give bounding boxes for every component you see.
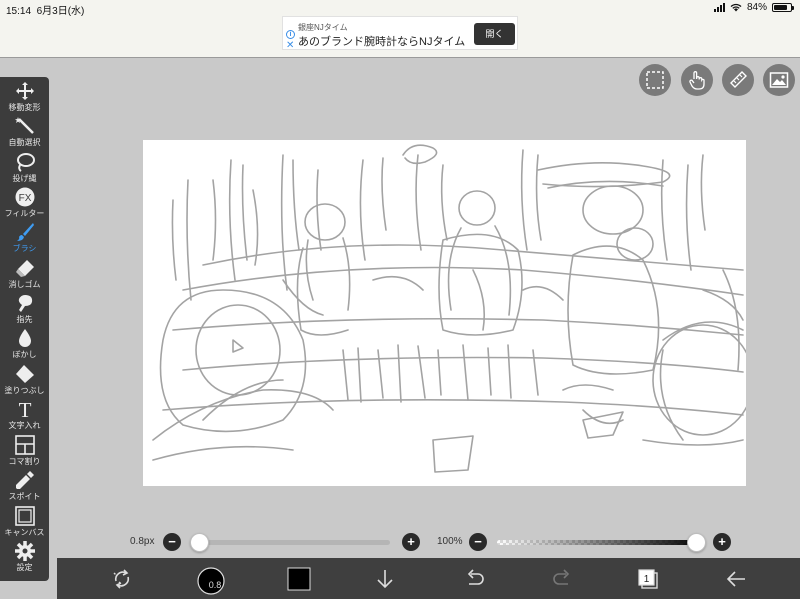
opacity-decrease-button[interactable]: − [469,533,487,551]
wifi-icon [730,3,742,12]
ad-headline: あのブランド腕時計ならNJタイム [298,36,466,48]
redo-button[interactable] [542,558,582,599]
ruler-pen-icon [730,71,747,88]
tool-label: スポイト [8,492,41,501]
tool-fill[interactable]: 塗りつぶし [0,360,49,395]
brush-size-slider[interactable]: 0.8px − + [130,532,420,552]
tool-filter[interactable]: FX フィルター [0,183,49,218]
hand-touch-button[interactable] [681,64,713,96]
opacity-increase-button[interactable]: + [713,533,731,551]
status-time: 15:14 6月3日(水) [6,6,85,17]
brush-size-icon: 0.8 [197,567,225,595]
tool-eyedropper[interactable]: スポイト [0,466,49,501]
brush-size-indicator[interactable]: 0.8 [189,558,229,599]
lasso-icon [16,153,35,172]
opacity-track[interactable] [497,540,703,545]
fx-icon: FX [15,187,34,207]
blur-icon [18,329,31,347]
tool-label: 文字入れ [8,421,41,430]
transform-button[interactable] [102,558,142,599]
undo-button[interactable] [455,558,495,599]
import-button[interactable] [365,558,405,599]
undo-icon [467,569,484,585]
tool-palette: 移動変形 自動選択 投げ縄 FX フィルター ブラシ 消しゴム 指先 ぼかし 塗… [0,77,49,581]
brush-size-track[interactable] [190,540,390,545]
layers-button[interactable]: 1 [628,558,668,599]
brush-size-thumb[interactable] [190,533,209,552]
drawing-canvas[interactable] [143,140,746,486]
eyedropper-icon [15,471,34,489]
battery-percent: 84% [746,2,767,13]
image-button[interactable] [763,64,795,96]
brush-size-decrease-button[interactable]: − [163,533,181,551]
tool-finger[interactable]: 指先 [0,289,49,324]
tool-eraser[interactable]: 消しゴム [0,254,49,289]
top-bar: 15:14 6月3日(水) 84% i ✕ 銀座NJタイム あのブランド腕時計な… [0,0,800,58]
tool-brush[interactable]: ブラシ [0,218,49,253]
tool-frame-divider[interactable]: コマ割り [0,431,49,466]
color-swatch-icon [287,567,311,591]
back-button[interactable] [716,558,756,599]
tool-label: ブラシ [12,244,37,253]
battery-icon [772,3,794,12]
opacity-thumb[interactable] [687,533,706,552]
color-button[interactable] [279,558,319,599]
signal-icon [713,3,725,12]
ruler-pen-button[interactable] [722,64,754,96]
status-indicators: 84% [713,2,794,13]
svg-text:FX: FX [18,193,31,204]
svg-text:0.8: 0.8 [209,580,222,590]
redo-icon [553,569,570,585]
tool-canvas[interactable]: キャンバス [0,502,49,537]
layers-icon: 1 [638,569,658,589]
opacity-value: 100% [437,536,463,547]
eraser-icon [15,260,34,277]
hand-touch-icon [689,71,705,90]
back-icon [726,571,745,587]
svg-text:1: 1 [644,574,650,585]
tool-move-transform[interactable]: 移動変形 [0,77,49,112]
brush-icon [16,223,34,241]
selection-icon [646,71,664,89]
opacity-slider[interactable]: 100% − + [437,532,737,552]
image-icon [769,72,789,88]
tool-blur[interactable]: ぼかし [0,324,49,359]
tool-settings[interactable]: 設定 [0,537,49,572]
tool-lasso[interactable]: 投げ縄 [0,148,49,183]
gear-icon [14,541,35,561]
sketch-artwork [152,144,746,473]
bottom-toolbar: 0.8 1 [57,558,800,599]
finger-icon [18,295,32,312]
tool-label: 設定 [16,563,33,572]
transform-icon [113,569,130,589]
text-icon: T [18,399,31,419]
move-icon [15,82,34,100]
panel-icon [14,435,35,455]
brush-size-value: 0.8px [130,536,155,547]
bucket-icon [15,365,34,383]
svg-text:T: T [18,399,31,419]
import-arrow-icon [377,570,393,589]
tool-auto-select[interactable]: 自動選択 [0,112,49,147]
selection-button[interactable] [639,64,671,96]
tool-text[interactable]: T 文字入れ [0,395,49,430]
ad-close-icon[interactable]: ✕ [286,41,294,51]
tool-label: 自動選択 [8,138,41,147]
brush-size-increase-button[interactable]: + [402,533,420,551]
ad-banner[interactable]: i ✕ 銀座NJタイム あのブランド腕時計ならNJタイム 開く [282,16,518,51]
ad-open-button[interactable]: 開く [474,23,515,45]
magic-wand-icon [14,117,34,134]
ad-info-icon[interactable]: i [286,30,295,39]
tool-label: ぼかし [12,350,37,359]
ad-sponsor: 銀座NJタイム [298,23,348,32]
canvas-icon [14,506,35,526]
